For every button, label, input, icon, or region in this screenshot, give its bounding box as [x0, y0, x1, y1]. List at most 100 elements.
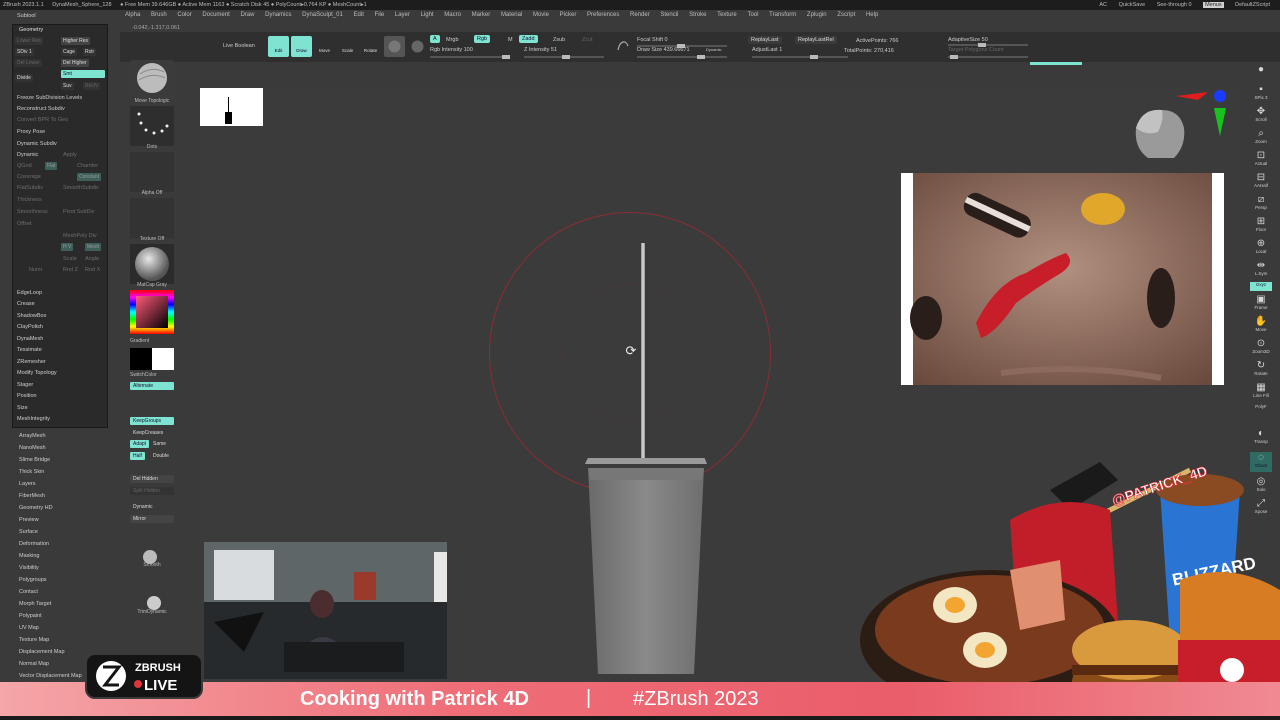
zremesher-button[interactable]: ZRemesher — [17, 359, 46, 365]
draw-size-slider[interactable]: Draw Size 439.66671 — [637, 47, 690, 53]
m-button[interactable]: M — [508, 37, 513, 43]
morph-target-item[interactable]: Morph Target — [19, 601, 51, 607]
menu-brush[interactable]: Brush — [151, 12, 167, 18]
menu-stroke[interactable]: Stroke — [689, 12, 706, 18]
mesh-button[interactable]: Mesh — [85, 243, 102, 251]
thick-skin-item[interactable]: Thick Skin — [19, 469, 44, 475]
slider-handle[interactable] — [950, 55, 958, 59]
qgrid-slider[interactable]: QGrid — [17, 163, 32, 169]
persp-button[interactable]: ⧄ Persp — [1250, 194, 1272, 214]
deformation-item[interactable]: Deformation — [19, 541, 49, 547]
arraymesh-item[interactable]: ArrayMesh — [19, 433, 46, 439]
stroke-thumbnail[interactable] — [130, 106, 174, 146]
color-picker[interactable] — [130, 290, 174, 334]
spix-slider[interactable]: ▪ SPix 3 — [1250, 84, 1272, 104]
modify-topology-button[interactable]: Modify Topology — [17, 370, 57, 376]
menu-color[interactable]: Color — [177, 12, 191, 18]
menu-dynamics[interactable]: Dynamics — [265, 12, 291, 18]
vector-displacement-map-item[interactable]: Vector Displacement Map — [19, 673, 82, 679]
menu-tool[interactable]: Tool — [747, 12, 758, 18]
texture-map-item[interactable]: Texture Map — [19, 637, 49, 643]
subtool-header[interactable]: Subtool — [17, 13, 36, 19]
slider-handle[interactable] — [562, 55, 570, 59]
draw-size-track[interactable] — [637, 55, 727, 59]
gxyz-button[interactable]: Gxyz — [1250, 282, 1272, 291]
dynamic-toggle[interactable]: Dynamic — [706, 47, 722, 52]
menu-movie[interactable]: Movie — [533, 12, 549, 18]
pivot-subdiv-button[interactable]: Pivot SubDiv — [63, 209, 95, 215]
rstr-button[interactable]: Rstr — [83, 48, 97, 56]
numi-slider[interactable]: Numi — [29, 267, 42, 273]
lower-res-button[interactable]: Lower Res — [15, 37, 43, 45]
alpha-thumbnail[interactable] — [130, 152, 174, 192]
menu-texture[interactable]: Texture — [717, 12, 737, 18]
texture-sphere-icon[interactable] — [407, 36, 428, 57]
zoom3d-button[interactable]: ⊙ Zoom3D — [1250, 338, 1272, 358]
offset-slider[interactable]: Offset — [17, 221, 32, 227]
color-picker-swatch[interactable] — [130, 290, 174, 334]
hv-button[interactable]: H V — [61, 243, 74, 251]
quicksave-button[interactable]: QuickSave — [1119, 2, 1146, 8]
normal-map-item[interactable]: Normal Map — [19, 661, 49, 667]
slider-handle[interactable] — [697, 55, 705, 59]
z-intensity-slider[interactable]: Z Intensity 51 — [524, 47, 557, 53]
scale-slider[interactable]: Scale — [63, 256, 77, 262]
replay-last-rel-button[interactable]: ReplayLastRel — [795, 36, 837, 44]
del-lower-button[interactable]: Del Lower — [15, 59, 42, 67]
double-button[interactable]: Double — [150, 452, 172, 460]
masking-item[interactable]: Masking — [19, 553, 39, 559]
claypolish-button[interactable]: ClayPolish — [17, 324, 43, 330]
visibility-item[interactable]: Visibility — [19, 565, 39, 571]
menu-help[interactable]: Help — [866, 12, 878, 18]
flatsubdiv-slider[interactable]: FlatSubdiv — [17, 185, 43, 191]
alternate-toggle[interactable]: Alternate — [130, 382, 174, 390]
zcut-button[interactable]: Zcut — [582, 37, 593, 43]
menu-document[interactable]: Document — [202, 12, 229, 18]
frame-button[interactable]: ▣ Frame — [1250, 294, 1272, 314]
gradient-label[interactable]: Gradient — [130, 338, 178, 344]
lsym-button[interactable]: ⇹ L.Sym — [1250, 260, 1272, 280]
menu-transform[interactable]: Transform — [769, 12, 796, 18]
rotate-button[interactable]: Rotate — [360, 36, 381, 57]
tessimate-button[interactable]: Tessimate — [17, 347, 42, 353]
dynamic-toggle[interactable]: Dynamic — [130, 503, 174, 511]
see-through-slider[interactable]: See-through 0 — [1157, 2, 1192, 8]
menu-material[interactable]: Material — [501, 12, 522, 18]
higher-res-button[interactable]: Higher Res — [61, 37, 91, 45]
menu-edit[interactable]: Edit — [354, 12, 364, 18]
position-button[interactable]: Position — [17, 393, 37, 399]
flat-button[interactable]: Flat — [45, 162, 58, 170]
smt-toggle[interactable]: Smt — [61, 70, 105, 78]
edgeloop-button[interactable]: EdgeLoop — [17, 290, 42, 296]
menu-marker[interactable]: Marker — [472, 12, 491, 18]
mirror-button[interactable]: Mirror — [130, 515, 174, 523]
rotate-button[interactable]: ↻ Rotate — [1250, 360, 1272, 380]
sdiv-slider[interactable]: SDiv 1 — [15, 48, 34, 56]
texture-thumbnail[interactable] — [130, 198, 174, 238]
ac-label[interactable]: AC — [1099, 2, 1107, 8]
menu-dynasculpt[interactable]: DynaSculpt_01 — [302, 12, 343, 18]
navigator-thumbnail[interactable] — [200, 88, 263, 126]
z-intensity-track[interactable] — [524, 55, 604, 59]
meshpoly-div-button[interactable]: MeshPoly Div — [63, 233, 97, 239]
menu-zplugin[interactable]: Zplugin — [807, 12, 827, 18]
proxy-pose-button[interactable]: Proxy Pose — [17, 129, 45, 135]
rgb-button[interactable]: Rgb — [474, 35, 491, 43]
switch-color-button[interactable]: SwitchColor — [130, 372, 178, 378]
menu-draw[interactable]: Draw — [240, 12, 254, 18]
floor-button[interactable]: ⊞ Floor — [1250, 216, 1272, 236]
polyf-button[interactable]: PolyF — [1250, 404, 1272, 424]
slime-bridge-item[interactable]: Slime Bridge — [19, 457, 50, 463]
actual-button[interactable]: ⊡ Actual — [1250, 150, 1272, 170]
size-button[interactable]: Size — [17, 405, 28, 411]
nanomesh-item[interactable]: NanoMesh — [19, 445, 46, 451]
dynamesh-button[interactable]: DynaMesh — [17, 336, 43, 342]
material-thumbnail[interactable] — [130, 244, 174, 284]
contact-item[interactable]: Contact — [19, 589, 38, 595]
dynamic-subdiv-header[interactable]: Dynamic Subdiv — [17, 141, 57, 147]
aahalf-button[interactable]: ⊟ AAHalf — [1250, 172, 1272, 192]
adjust-last-slider[interactable]: AdjustLast 1 — [752, 47, 782, 53]
replay-last-button[interactable]: ReplayLast — [748, 36, 782, 44]
zsub-button[interactable]: Zsub — [553, 37, 565, 43]
target-polygons-slider[interactable]: Target Polygons Count — [948, 47, 1004, 53]
